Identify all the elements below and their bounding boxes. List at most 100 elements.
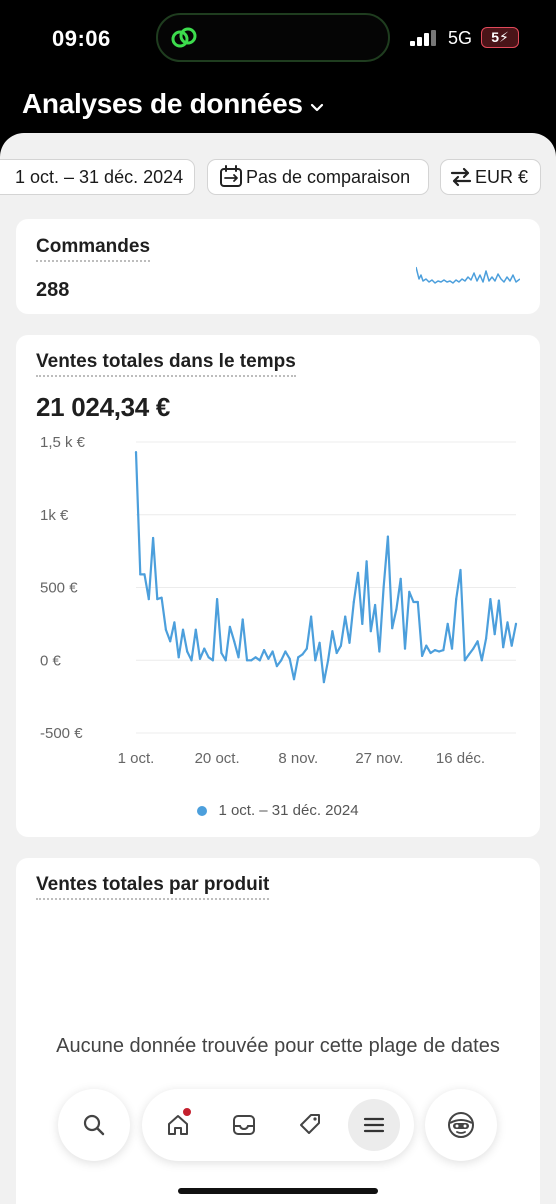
network-type: 5G [448, 28, 473, 48]
data-point [476, 640, 479, 643]
data-point [186, 650, 189, 653]
data-point [190, 659, 193, 662]
data-point [258, 659, 261, 662]
data-point [450, 647, 454, 650]
data-point [233, 640, 236, 643]
data-point [395, 608, 398, 611]
data-point [425, 644, 428, 647]
data-point [429, 651, 432, 655]
data-point [493, 633, 496, 636]
data-point [403, 647, 407, 650]
dynamic-island [156, 13, 390, 62]
data-point [134, 451, 138, 454]
data-point [335, 651, 338, 655]
currency-button[interactable]: EUR € [440, 159, 541, 195]
data-point [356, 571, 360, 574]
data-point [416, 600, 419, 604]
y-tick-label: 0 € [40, 652, 62, 669]
legend-label: 1 oct. – 31 déc. 2024 [218, 802, 359, 819]
sales-title[interactable]: Ventes totales dans le temps [36, 351, 296, 377]
nav-products-button[interactable] [284, 1099, 336, 1151]
data-point [391, 627, 394, 630]
comparison-button[interactable]: Pas de comparaison [207, 159, 429, 195]
data-point [194, 628, 197, 631]
y-tick-label: 1,5 k € [40, 434, 86, 451]
battery-icon: 5⚡ [481, 27, 519, 48]
data-point [139, 573, 142, 576]
inbox-icon [233, 1115, 255, 1135]
data-point [327, 659, 330, 662]
data-point [514, 622, 518, 625]
data-point [348, 641, 351, 644]
data-point [181, 628, 185, 631]
page-header[interactable]: Analyses de données [22, 88, 325, 120]
data-point [147, 598, 150, 601]
nav-orders-button[interactable] [218, 1099, 270, 1151]
empty-state-message: Aucune donnée trouvée pour cette plage d… [56, 1035, 500, 1057]
calendar-compare-icon [220, 165, 242, 187]
data-point [271, 650, 274, 653]
data-point [497, 599, 500, 602]
data-point [216, 598, 219, 601]
data-point [224, 659, 227, 662]
data-point [386, 535, 389, 538]
data-point [442, 649, 445, 652]
data-point [284, 650, 287, 653]
data-point [143, 573, 146, 576]
notification-dot [182, 1107, 192, 1117]
data-point [467, 653, 471, 656]
x-tick-label: 8 nov. [278, 750, 318, 767]
data-point [365, 560, 368, 563]
comparison-label: Pas de comparaison [246, 166, 411, 187]
series-line [134, 451, 518, 684]
data-point [211, 659, 214, 662]
sales-over-time-card[interactable]: Ventes totales dans le temps 21 024,34 €… [16, 335, 540, 837]
data-point [207, 656, 210, 659]
data-point [322, 681, 325, 684]
nav-menu-button[interactable] [348, 1099, 400, 1151]
data-point [292, 678, 296, 681]
swap-icon [450, 167, 472, 187]
data-point [164, 628, 167, 631]
date-range-button[interactable]: 1 oct. – 31 déc. 2024 [0, 159, 195, 195]
bottom-nav [0, 1087, 556, 1167]
data-point [485, 637, 488, 640]
data-point [254, 656, 257, 659]
orders-title[interactable]: Commandes [36, 236, 151, 262]
data-point [472, 647, 475, 650]
x-tick-label: 27 nov. [355, 750, 403, 767]
currency-label: EUR € [475, 166, 529, 187]
nav-home-button[interactable] [152, 1099, 204, 1151]
orders-value: 288 [36, 279, 70, 301]
data-point [331, 630, 334, 633]
data-point [489, 598, 492, 601]
x-tick-label: 16 déc. [436, 750, 485, 767]
page-title[interactable]: Analyses de données [22, 88, 303, 120]
home-indicator [178, 1188, 378, 1194]
analytics-sheet: 1 oct. – 31 déc. 2024 Pas de comparaison… [0, 133, 556, 1204]
nav-profile-button[interactable] [425, 1089, 497, 1161]
data-point [463, 659, 466, 662]
data-point [160, 596, 163, 599]
orders-card[interactable]: Commandes 288 [16, 219, 540, 314]
data-point [198, 657, 202, 660]
x-tick-label: 20 oct. [195, 750, 240, 767]
data-point [250, 659, 253, 662]
nav-main-group [142, 1089, 414, 1161]
data-point [152, 536, 155, 540]
tag-icon [300, 1114, 320, 1134]
data-point [314, 659, 317, 662]
status-time: 09:06 [52, 26, 111, 51]
data-point [369, 630, 372, 633]
data-point [275, 665, 278, 668]
data-point [228, 625, 231, 628]
products-title[interactable]: Ventes totales par produit [36, 874, 270, 900]
y-tick-label: -500 € [40, 725, 83, 742]
data-point [310, 615, 313, 618]
chevron-down-icon[interactable] [309, 99, 325, 115]
data-point [455, 598, 458, 601]
data-point [203, 647, 206, 650]
data-point [301, 653, 304, 656]
nav-search-button[interactable] [58, 1089, 130, 1161]
data-point [305, 647, 308, 650]
